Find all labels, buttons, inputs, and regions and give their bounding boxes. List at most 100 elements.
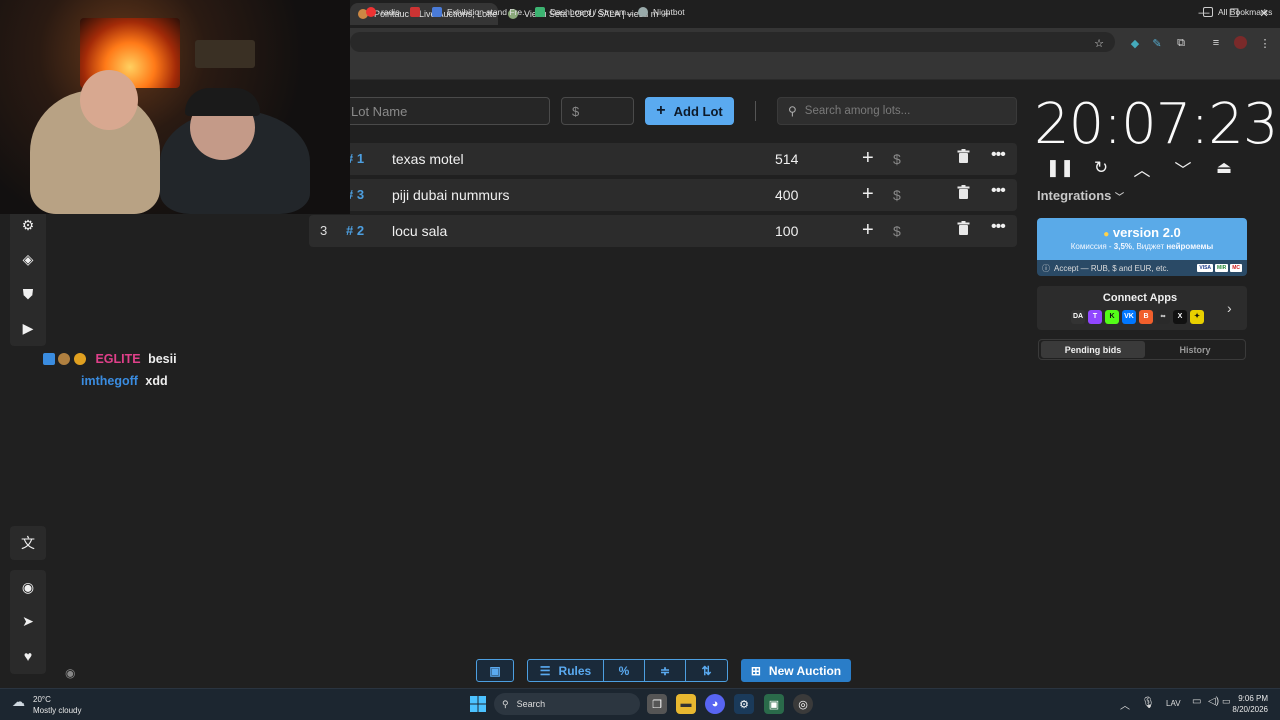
discord-icon[interactable]: ◕ (705, 694, 725, 714)
extensions-puzzle-icon[interactable]: ⧉ (1173, 35, 1189, 51)
lot-row[interactable]: # 1 texas motel 514 + $ ••• (309, 143, 1017, 175)
profile-avatar[interactable] (1234, 36, 1247, 49)
connect-apps-card[interactable]: Connect Apps DA T K VK B ∞ X ✦ › (1037, 286, 1247, 330)
volume-icon[interactable]: ◁) (1208, 696, 1219, 707)
bookmark-label: radio (381, 7, 400, 17)
lot-amount-input[interactable]: $ (561, 97, 634, 125)
lot-amount[interactable]: 514 (775, 151, 798, 167)
taskbar-clock[interactable]: 9:06 PM 8/20/2026 (1228, 693, 1268, 715)
file-explorer-icon[interactable]: ▬ (676, 694, 696, 714)
task-view-icon[interactable]: ❐ (647, 694, 667, 714)
dollar-icon[interactable]: $ (893, 187, 901, 203)
lot-name[interactable]: piji dubai nummurs (392, 187, 510, 203)
tab-pending-bids[interactable]: Pending bids (1041, 341, 1145, 358)
divider (755, 101, 756, 121)
weather-widget[interactable]: 20°C Mostly cloudy (33, 694, 81, 716)
link-icon[interactable]: ∞ (1156, 310, 1170, 324)
clock-date: 8/20/2026 (1232, 705, 1268, 714)
telegram-icon[interactable]: ➤ (10, 604, 46, 638)
accept-text: Accept — RUB, $ and EUR, etc. (1054, 263, 1169, 273)
yellow-app-icon[interactable]: ✦ (1190, 310, 1204, 324)
lot-amount[interactable]: 100 (775, 223, 798, 239)
search-lots-input[interactable]: ⚲ Search among lots... (777, 97, 1017, 125)
split-icon[interactable]: ≑ (644, 659, 686, 682)
windows-start-icon[interactable] (468, 694, 488, 714)
bookmark-nightbot[interactable]: Nightbot (638, 4, 685, 20)
streamlabs-icon[interactable]: ▣ (764, 694, 784, 714)
lot-name[interactable]: locu sala (392, 223, 447, 239)
bookmark-unnamed[interactable] (410, 4, 425, 20)
video-library-icon[interactable]: ▶ (10, 311, 46, 345)
sort-icon[interactable]: ⇅ (685, 659, 728, 682)
more-options-icon[interactable]: ••• (991, 146, 1006, 164)
lot-row[interactable]: # 3 piji dubai nummurs 400 + $ ••• (309, 179, 1017, 211)
eye-icon[interactable]: ◉ (65, 666, 75, 680)
github-icon[interactable]: ◉ (10, 570, 46, 604)
tray-chevron-up-icon[interactable]: ︿ (1120, 697, 1130, 712)
tab-history[interactable]: History (1145, 345, 1245, 355)
percent-icon[interactable]: % (603, 659, 645, 682)
more-options-icon[interactable]: ••• (991, 218, 1006, 236)
translate-extension-icon[interactable]: ✎ (1149, 35, 1165, 51)
chevron-right-icon: › (1227, 300, 1232, 316)
lot-name-input[interactable]: Lot Name (340, 97, 550, 125)
add-amount-icon[interactable]: + (862, 219, 874, 242)
kick-icon[interactable]: K (1105, 310, 1119, 324)
add-amount-icon[interactable]: + (862, 147, 874, 170)
shield-icon[interactable]: ⛊ (10, 277, 46, 311)
language-indicator[interactable]: LAV (1166, 699, 1181, 708)
extension-icon[interactable]: ◆ (1127, 35, 1143, 51)
boosty-icon[interactable]: B (1139, 310, 1153, 324)
increase-icon[interactable]: ︿ (1132, 158, 1152, 180)
x-icon[interactable]: X (1173, 310, 1187, 324)
lot-amount[interactable]: 400 (775, 187, 798, 203)
chat-username: EGLITE (95, 352, 141, 366)
add-amount-icon[interactable]: + (862, 183, 874, 206)
taskbar-search[interactable]: ⚲ Search (494, 693, 640, 715)
clock-time: 9:06 PM (1238, 694, 1268, 703)
rules-button[interactable]: ☰ Rules (527, 659, 604, 682)
microphone-icon[interactable]: 🎙 (1141, 696, 1155, 709)
vk-icon[interactable]: VK (1122, 310, 1136, 324)
dollar-icon[interactable]: $ (893, 223, 901, 239)
donate-icon[interactable]: ♥ (10, 639, 46, 673)
search-placeholder: Search among lots... (804, 105, 911, 117)
integrations-dropdown[interactable]: Integrations ﹀ (1037, 188, 1124, 203)
new-auction-button[interactable]: ⊞ New Auction (741, 659, 851, 682)
bookmark-dashboard[interactable]: Dashboard / Stream... (535, 4, 633, 20)
twitch-icon[interactable]: T (1088, 310, 1102, 324)
search-icon: ⚲ (788, 104, 797, 118)
trash-icon[interactable] (957, 149, 970, 167)
bookmark-exhibition[interactable]: Exhibition stand Fre... (432, 4, 529, 20)
bookmark-star-icon[interactable]: ☆ (1091, 35, 1107, 51)
network-icon[interactable]: ▭ (1192, 696, 1201, 707)
more-options-icon[interactable]: ••• (991, 182, 1006, 200)
translate-icon[interactable]: 文 (10, 526, 46, 560)
decrease-icon[interactable]: ﹀ (1173, 158, 1193, 180)
pause-icon[interactable]: ❚❚ (1046, 158, 1075, 178)
mastercard-icon: MC (1230, 264, 1242, 272)
url-field[interactable] (350, 32, 1115, 52)
subtitle-prefix: Комиссия - (1070, 242, 1114, 251)
save-icon[interactable]: ▣ (476, 659, 514, 682)
eject-icon[interactable]: ⏏ (1214, 158, 1234, 178)
dollar-icon[interactable]: $ (893, 151, 901, 167)
lot-row[interactable]: 3 # 2 locu sala 100 + $ ••• (309, 215, 1017, 247)
trash-icon[interactable] (957, 185, 970, 203)
version-promo-card[interactable]: ● version 2.0 Комиссия - 3,5%, Виджет не… (1037, 218, 1247, 276)
menu-kebab-icon[interactable]: ⋮ (1257, 35, 1273, 51)
layers-icon[interactable]: ◈ (10, 242, 46, 276)
amount-placeholder: $ (572, 103, 580, 119)
lot-name[interactable]: texas motel (392, 151, 464, 167)
chrome-icon[interactable]: ◎ (793, 694, 813, 714)
steam-icon[interactable]: ⚙ (734, 694, 754, 714)
all-bookmarks-folder[interactable]: All Bookmarks (1203, 4, 1272, 20)
nightbot-icon (638, 7, 648, 17)
restart-icon[interactable]: ↻ (1091, 158, 1111, 178)
donationalerts-icon[interactable]: DA (1071, 310, 1085, 324)
add-lot-button[interactable]: + Add Lot (645, 97, 734, 125)
chat-username: imthegoff (81, 374, 138, 388)
trash-icon[interactable] (957, 221, 970, 239)
bookmark-radio[interactable]: radio (366, 4, 400, 20)
media-control-icon[interactable]: ≡ (1208, 35, 1224, 51)
